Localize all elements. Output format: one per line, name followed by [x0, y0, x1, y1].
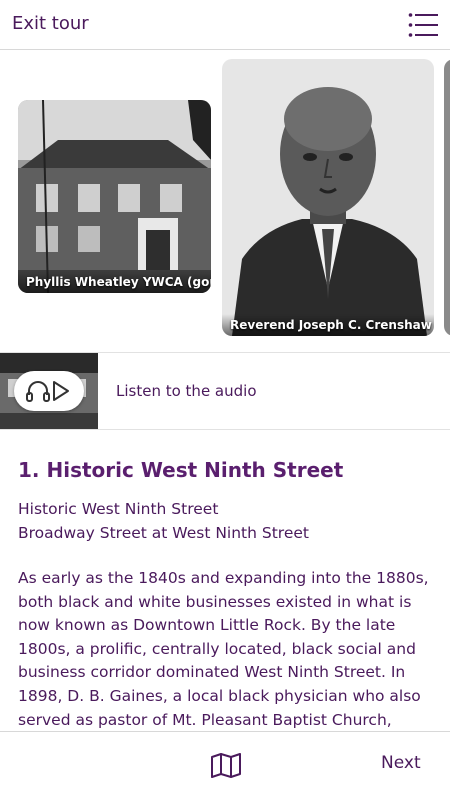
photo-caption: Phyllis Wheatley YWCA (gone)	[18, 271, 211, 293]
stop-title: 1. Historic West Ninth Street	[18, 458, 344, 482]
audio-row[interactable]: Listen to the audio	[0, 352, 450, 430]
listen-audio-label[interactable]: Listen to the audio	[116, 382, 257, 400]
stop-content[interactable]: 1. Historic West Ninth Street Historic W…	[0, 431, 450, 731]
photo-caption: Reverend Joseph C. Crenshaw	[222, 314, 434, 336]
bottom-bar: Next	[0, 731, 450, 800]
top-bar: Exit tour	[0, 0, 450, 50]
photo-ywca[interactable]: Phyllis Wheatley YWCA (gone)	[18, 100, 211, 293]
stop-subtitle: Historic West Ninth Street Broadway Stre…	[18, 497, 432, 545]
next-button[interactable]: Next	[381, 753, 421, 773]
photo-carousel[interactable]: Phyllis Wheatley YWCA (gone) Reverend Jo…	[0, 50, 450, 352]
stop-location-name: Historic West Ninth Street	[18, 500, 219, 518]
play-audio-button[interactable]	[14, 371, 84, 411]
crenshaw-portrait-image	[222, 59, 434, 336]
headphones-icon	[26, 381, 50, 402]
ywca-building-image	[18, 100, 211, 293]
map-icon[interactable]	[210, 752, 242, 778]
stop-description: As early as the 1840s and expanding into…	[18, 569, 429, 729]
stop-address: Broadway Street at West Ninth Street	[18, 524, 309, 542]
list-menu-icon[interactable]	[408, 12, 438, 38]
photo-next-peek[interactable]	[444, 59, 450, 336]
play-icon	[53, 381, 69, 401]
exit-tour-button[interactable]: Exit tour	[12, 13, 89, 34]
photo-crenshaw[interactable]: Reverend Joseph C. Crenshaw	[222, 59, 434, 336]
